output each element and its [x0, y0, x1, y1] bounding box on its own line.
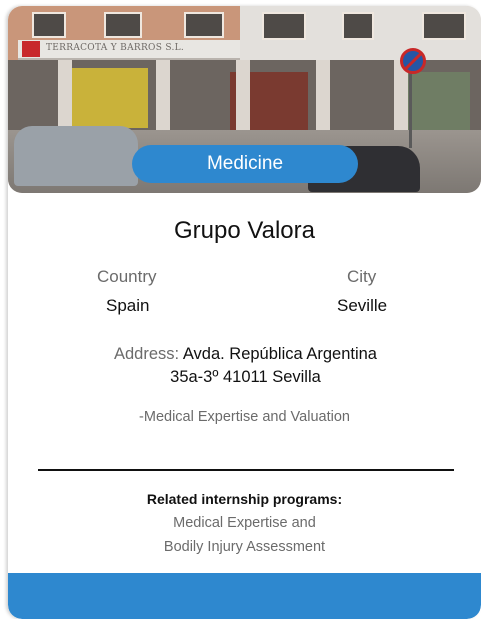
related-program-line-2: Bodily Injury Assessment [163, 539, 326, 555]
photo-window [262, 12, 306, 40]
category-badge[interactable]: Medicine [132, 145, 358, 183]
city-value: Seville [337, 296, 388, 315]
photo-shop-logo [22, 41, 40, 57]
related-program-item[interactable]: Medical Expertise and Bodily Injury Asse… [8, 511, 481, 559]
photo-waste-bin [14, 126, 138, 186]
photo-shopfront [408, 72, 470, 130]
company-title: Grupo Valora [174, 217, 315, 244]
photo-window [184, 12, 224, 38]
section-divider [38, 469, 454, 471]
photo-pillar [236, 60, 250, 136]
photo-pillar [316, 60, 330, 136]
photo-pillar [58, 60, 72, 136]
address: Address: Avda. República Argentina 35a-3… [68, 343, 423, 389]
photo-window [104, 12, 142, 38]
related-program-line-1: Medical Expertise and [173, 515, 316, 531]
photo-window [32, 12, 66, 38]
company-card[interactable]: TERRACOTA Y BARROS S.L. Medicine Grupo V… [8, 6, 481, 619]
address-line-1: Avda. República Argentina [182, 345, 377, 363]
country-value: Spain [106, 296, 150, 315]
address-label: Address: [114, 345, 180, 363]
city-label: City [347, 267, 377, 286]
photo-sign-pole [409, 68, 412, 148]
photo-pillar [156, 60, 170, 136]
related-programs-heading: Related internship programs: [146, 491, 343, 507]
no-parking-sign-icon [400, 48, 426, 74]
photo-window [342, 12, 374, 40]
photo-window [422, 12, 466, 40]
address-line-2: 35a-3º 41011 Sevilla [170, 368, 321, 386]
specialty-text: -Medical Expertise and Valuation [139, 409, 350, 425]
photo-shopfront [70, 68, 148, 128]
country-label: Country [97, 267, 157, 286]
photo-shop-sign-text: TERRACOTA Y BARROS S.L. [46, 43, 185, 53]
card-footer-bar[interactable] [8, 573, 481, 619]
